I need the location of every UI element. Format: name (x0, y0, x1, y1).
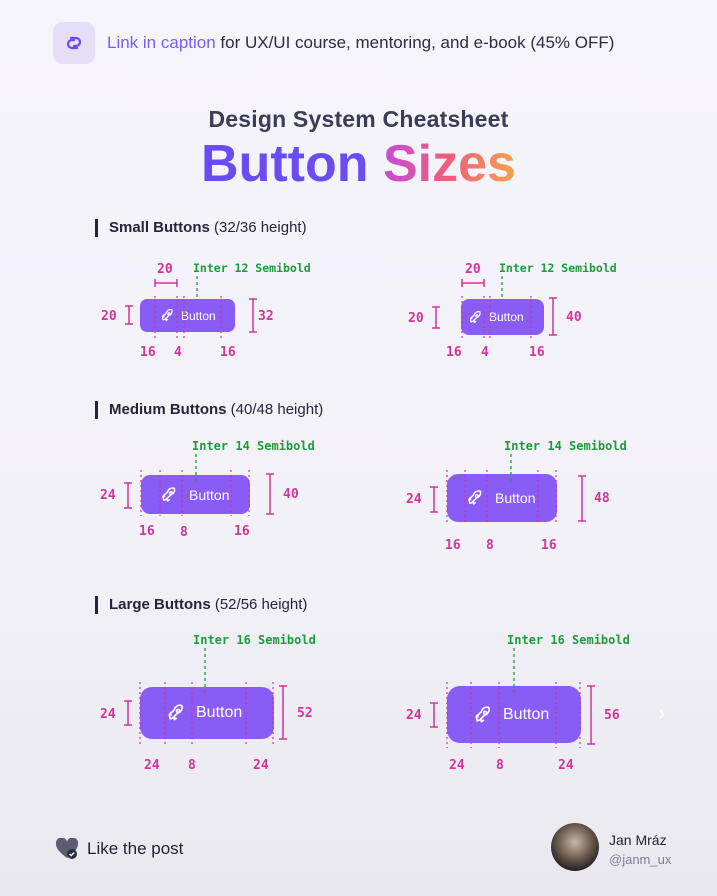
font-annotation-large-b: Inter 16 Semibold (507, 633, 630, 647)
measure-icon-height: 24 (406, 492, 422, 507)
measure-pad-left: 16 (445, 538, 461, 553)
measure-icon-width: 20 (465, 262, 481, 277)
medium-button-40[interactable]: Button (141, 475, 250, 514)
section-small-note: (32/36 height) (214, 219, 307, 236)
rocket-icon (164, 701, 188, 725)
banner-text[interactable]: Link in caption for UX/UI course, mentor… (107, 33, 614, 53)
button-label: Button (503, 705, 550, 723)
measure-pad-right: 24 (558, 758, 574, 773)
measure-gap: 8 (188, 758, 196, 773)
button-label: Button (181, 308, 216, 323)
measure-height: 40 (566, 310, 582, 325)
measure-pad-left: 16 (446, 345, 462, 360)
button-label: Button (189, 486, 230, 503)
avatar (551, 823, 599, 871)
rocket-icon (471, 703, 495, 727)
page-title: Button Sizes (0, 134, 717, 194)
section-large-note: (52/56 height) (214, 596, 308, 613)
measure-pad-left: 24 (144, 758, 160, 773)
rocket-icon (465, 307, 485, 327)
measure-height: 32 (258, 309, 274, 324)
measure-pad-right: 24 (253, 758, 269, 773)
font-annotation-medium-b: Inter 14 Semibold (504, 439, 627, 453)
measure-icon-height: 20 (101, 309, 117, 324)
measure-icon-width: 20 (157, 262, 173, 277)
measure-pad-left: 16 (139, 524, 155, 539)
measure-icon-height: 24 (100, 488, 116, 503)
button-label: Button (196, 704, 243, 721)
medium-button-48[interactable]: Button (447, 474, 557, 522)
measure-gap: 4 (174, 345, 182, 360)
measure-gap: 4 (481, 345, 489, 360)
rocket-icon (157, 483, 181, 507)
author-name: Jan Mráz (609, 832, 667, 848)
font-annotation-small-b: Inter 12 Semibold (499, 261, 617, 275)
section-large: Large Buttons (52/56 height) (95, 596, 307, 614)
section-medium-title: Medium Buttons (109, 401, 227, 418)
button-label: Button (495, 490, 536, 506)
measure-pad-right: 16 (234, 524, 250, 539)
measure-height: 48 (594, 491, 610, 506)
measure-pad-left: 16 (140, 345, 156, 360)
measure-pad-right: 16 (541, 538, 557, 553)
link-icon (53, 22, 95, 64)
measure-gap: 8 (486, 538, 494, 553)
large-button-52[interactable]: Button (140, 687, 274, 739)
measure-gap: 8 (180, 525, 188, 540)
small-button-40[interactable]: Button (461, 299, 544, 335)
heart-check-icon (55, 837, 79, 860)
measure-pad-right: 16 (220, 345, 236, 360)
section-small: Small Buttons (32/36 height) (95, 219, 307, 237)
measure-pad-right: 16 (529, 345, 545, 360)
like-post[interactable]: Like the post (55, 837, 184, 860)
title-word-button: Button (201, 135, 369, 193)
measure-icon-height: 24 (100, 707, 116, 722)
measure-height: 40 (283, 487, 299, 502)
section-medium: Medium Buttons (40/48 height) (95, 401, 323, 419)
caption-link[interactable]: Link in caption (107, 33, 216, 52)
page-subtitle: Design System Cheatsheet (208, 106, 509, 132)
font-annotation-large-a: Inter 16 Semibold (193, 633, 316, 647)
section-small-title: Small Buttons (109, 219, 210, 236)
measure-icon-height: 20 (408, 311, 424, 326)
like-label: Like the post (87, 839, 184, 858)
measure-height: 56 (604, 708, 620, 723)
chevron-right-icon[interactable]: › (658, 700, 665, 726)
title-word-sizes: Sizes (382, 135, 516, 193)
rocket-icon (463, 486, 487, 510)
section-large-title: Large Buttons (109, 596, 211, 613)
large-button-56[interactable]: Button (447, 686, 581, 743)
measure-height: 52 (297, 706, 313, 721)
rocket-icon (157, 306, 177, 326)
font-annotation-medium-a: Inter 14 Semibold (192, 439, 315, 453)
small-button-32[interactable]: Button (140, 299, 235, 332)
button-label: Button (489, 310, 524, 324)
measure-icon-height: 24 (406, 708, 422, 723)
section-medium-note: (40/48 height) (230, 401, 324, 418)
banner-rest: for UX/UI course, mentoring, and e-book … (215, 33, 615, 52)
font-annotation-small-a: Inter 12 Semibold (193, 261, 311, 275)
measure-pad-left: 24 (449, 758, 465, 773)
author-handle[interactable]: @janm_ux (609, 852, 671, 867)
measure-gap: 8 (496, 758, 504, 773)
